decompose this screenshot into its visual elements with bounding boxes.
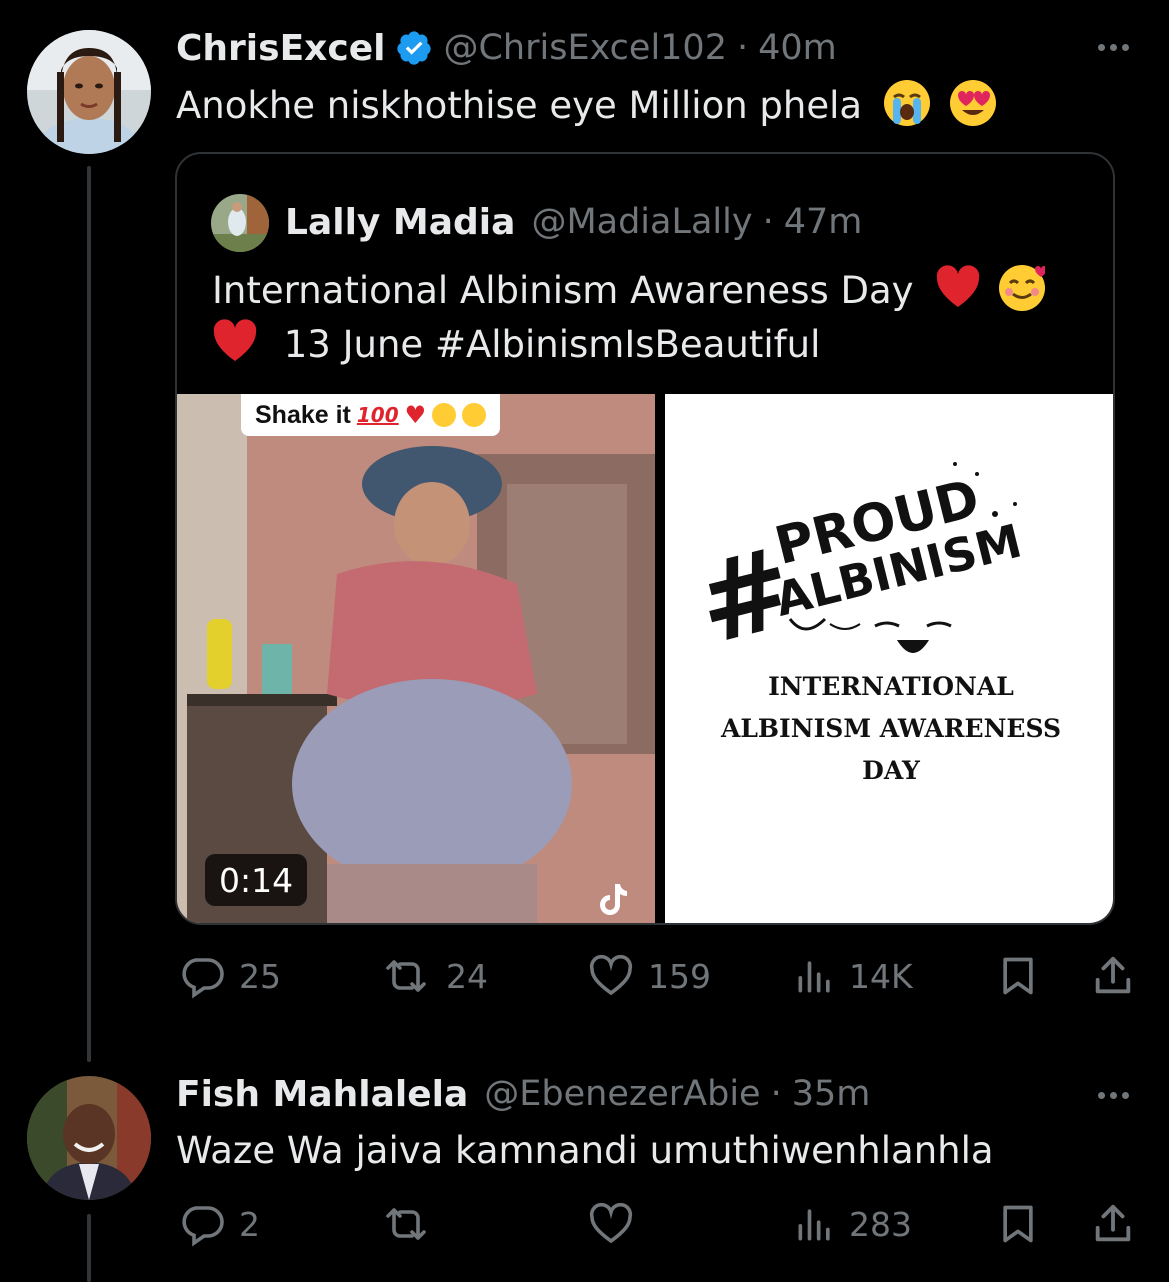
thread-line <box>87 1214 91 1282</box>
quoted-tweet-card[interactable]: Lally Madia @MadiaLally · 47m Internatio… <box>175 152 1115 925</box>
like-count: 159 <box>648 956 711 996</box>
quoted-tweet-header: Lally Madia @MadiaLally · 47m <box>285 198 862 246</box>
author-handle[interactable]: @EbenezerAbie <box>484 1074 760 1114</box>
timestamp[interactable]: 40m <box>758 28 837 68</box>
tweet-text: Anokhe niskhothise eye Million phela <box>176 79 996 132</box>
image-text-line2: ALBINISM AWARENESS <box>720 714 1061 743</box>
more-options-icon[interactable] <box>1098 1092 1129 1099</box>
quoted-text-line2: 13 June #AlbinismIsBeautiful <box>212 318 820 371</box>
quoted-text-line1-content: International Albinism Awareness Day <box>212 269 914 312</box>
separator-dot: · <box>736 28 749 68</box>
avatar-lallymadia[interactable] <box>211 194 269 252</box>
repost-icon <box>386 960 426 992</box>
avatar-chrisexcel[interactable] <box>27 30 151 154</box>
reply-button[interactable]: 2 <box>177 1200 260 1248</box>
views-button[interactable]: 283 <box>793 1200 912 1248</box>
bookmark-button[interactable] <box>996 952 1040 1000</box>
repost-icon <box>386 1208 426 1240</box>
reply-count: 2 <box>239 1204 260 1244</box>
share-icon <box>1095 1204 1131 1242</box>
proud-albinism-image[interactable]: # PROUD ALBINISM INTERNATIONAL ALBINISM … <box>665 394 1113 923</box>
tweet-header: ChrisExcel @ChrisExcel102 · 40m <box>176 24 837 72</box>
bookmark-button[interactable] <box>996 1200 1040 1248</box>
share-icon <box>1095 956 1131 994</box>
tiktok-logo-icon <box>597 882 629 918</box>
reply-icon <box>182 1206 224 1247</box>
red-heart-icon <box>935 265 981 311</box>
avatar-fishmahlalela[interactable] <box>27 1076 151 1200</box>
share-button[interactable] <box>1090 1200 1136 1248</box>
separator-dot: · <box>770 1074 782 1114</box>
repost-button[interactable]: 24 <box>378 952 488 1000</box>
quoted-author-handle[interactable]: @MadiaLally <box>531 202 752 242</box>
video-duration: 0:14 <box>219 860 294 900</box>
tweet-text: Waze Wa jaiva kamnandi umuthiwenhlanhla <box>176 1129 994 1172</box>
tweet-text-content: Anokhe niskhothise eye Million phela <box>176 84 863 127</box>
verified-badge-icon <box>395 29 433 67</box>
author-name[interactable]: Fish Mahlalela <box>176 1074 468 1115</box>
video-thumbnail[interactable]: Shake it 100 ♥ 0:14 <box>177 394 655 923</box>
author-name[interactable]: ChrisExcel <box>176 28 385 69</box>
repost-count: 24 <box>446 956 488 996</box>
quoted-text-line2-content: 13 June #AlbinismIsBeautiful <box>283 323 821 366</box>
repost-button[interactable] <box>378 1200 446 1248</box>
smiling-face-with-hearts-icon <box>432 403 457 427</box>
reply-button[interactable]: 25 <box>177 952 281 1000</box>
smiling-face-with-hearts-icon <box>999 265 1048 311</box>
heart-icon <box>589 1202 633 1244</box>
thread-line <box>87 166 91 1062</box>
heart-eyes-face-icon <box>949 80 996 126</box>
loudly-crying-face-icon <box>883 80 930 126</box>
smiling-face-with-hearts-icon <box>462 403 487 427</box>
red-heart-icon <box>212 319 258 365</box>
red-heart-icon: ♥ <box>404 401 427 429</box>
video-caption-text: Shake it <box>255 400 351 429</box>
share-button[interactable] <box>1090 952 1136 1000</box>
reply-count: 25 <box>239 956 281 996</box>
like-button[interactable] <box>586 1200 648 1248</box>
views-chart-icon <box>798 961 830 993</box>
views-count: 14K <box>849 956 913 996</box>
image-text-line3: DAY <box>862 756 921 785</box>
video-duration-badge: 0:14 <box>205 854 308 906</box>
image-text-line1: INTERNATIONAL <box>768 672 1014 701</box>
bookmark-icon <box>1003 1205 1033 1243</box>
views-chart-icon <box>798 1209 830 1241</box>
views-button[interactable]: 14K <box>793 952 913 1000</box>
timestamp[interactable]: 35m <box>792 1074 871 1114</box>
bookmark-icon <box>1003 957 1033 995</box>
more-options-icon[interactable] <box>1098 44 1129 51</box>
quoted-timestamp: 47m <box>783 202 863 242</box>
like-button[interactable]: 159 <box>586 952 711 1000</box>
author-handle[interactable]: @ChrisExcel102 <box>443 28 727 68</box>
reply-icon <box>182 958 224 999</box>
heart-icon <box>589 954 633 996</box>
views-count: 283 <box>849 1204 912 1244</box>
tweet-header: Fish Mahlalela @EbenezerAbie · 35m <box>176 1070 870 1118</box>
video-caption-label: Shake it 100 ♥ <box>241 394 501 436</box>
quoted-text-line1: International Albinism Awareness Day <box>212 264 1048 317</box>
quoted-separator-dot: · <box>762 202 774 242</box>
hundred-points-icon: 100 <box>356 403 399 427</box>
quoted-author-name[interactable]: Lally Madia <box>285 202 515 243</box>
